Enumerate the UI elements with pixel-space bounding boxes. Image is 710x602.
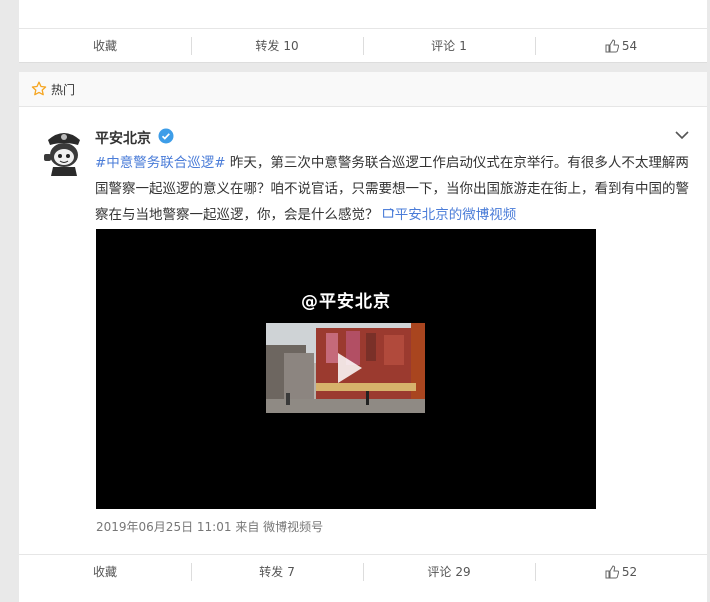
repost-button[interactable]: 转发 10 [191,29,363,62]
post-source[interactable]: 微博视频号 [263,520,323,534]
comment-count: 29 [455,564,471,579]
hot-label: 热门 [51,82,76,97]
video-thumbnail[interactable] [266,323,425,413]
like-count: 54 [621,38,638,53]
comment-count: 1 [459,38,467,53]
collect-label: 收藏 [92,39,117,53]
comment-label: 评论 [431,39,456,53]
thumbs-up-icon [605,564,619,578]
video-link-icon [382,208,395,218]
repost-count: 7 [287,564,295,579]
verified-badge-icon [158,128,174,144]
chevron-down-icon[interactable] [675,130,689,140]
video-player[interactable]: @平安北京 [96,229,596,509]
play-icon[interactable] [338,353,362,383]
hot-header: 热门 [19,72,707,107]
previous-post-action-bar: 收藏 转发 10 评论 1 54 [19,28,707,62]
collect-button[interactable]: 收藏 [19,29,191,62]
repost-label: 转发 [255,39,280,53]
post-meta: 2019年06月25日 11:01 来自 微博视频号 [96,518,323,535]
post-action-bar: 收藏 转发 7 评论 29 52 [19,554,707,588]
post-date[interactable]: 2019年06月25日 11:01 [96,520,231,534]
repost-button[interactable]: 转发 7 [191,555,363,588]
repost-count: 10 [283,38,299,53]
star-icon [31,81,47,96]
comment-button[interactable]: 评论 1 [363,29,535,62]
like-button[interactable]: 54 [535,29,707,62]
video-watermark: @平安北京 [301,292,391,312]
author-avatar[interactable] [39,126,89,176]
thumbs-up-icon [605,38,619,52]
previous-post-card: 收藏 转发 10 评论 1 54 [19,0,707,63]
author-name[interactable]: 平安北京 [95,128,151,148]
video-link[interactable]: 平安北京的微博视频 [382,207,517,223]
collect-button[interactable]: 收藏 [19,555,191,588]
collect-label: 收藏 [92,565,117,579]
comment-button[interactable]: 评论 29 [363,555,535,588]
repost-label: 转发 [259,565,284,579]
like-button[interactable]: 52 [535,555,707,588]
hashtag-link[interactable]: #中意警务联合巡逻# [95,155,226,171]
comment-label: 评论 [427,565,452,579]
video-link-label: 平安北京的微博视频 [394,207,517,223]
post-card: 热门 平安北京 #中意警务联合巡逻# 昨天，第三次中意警务联合巡逻工作启动仪式在… [19,72,707,602]
source-prefix: 来自 [235,520,260,534]
post-text: #中意警务联合巡逻# 昨天，第三次中意警务联合巡逻工作启动仪式在京举行。有很多人… [95,150,691,228]
like-count: 52 [621,564,638,579]
